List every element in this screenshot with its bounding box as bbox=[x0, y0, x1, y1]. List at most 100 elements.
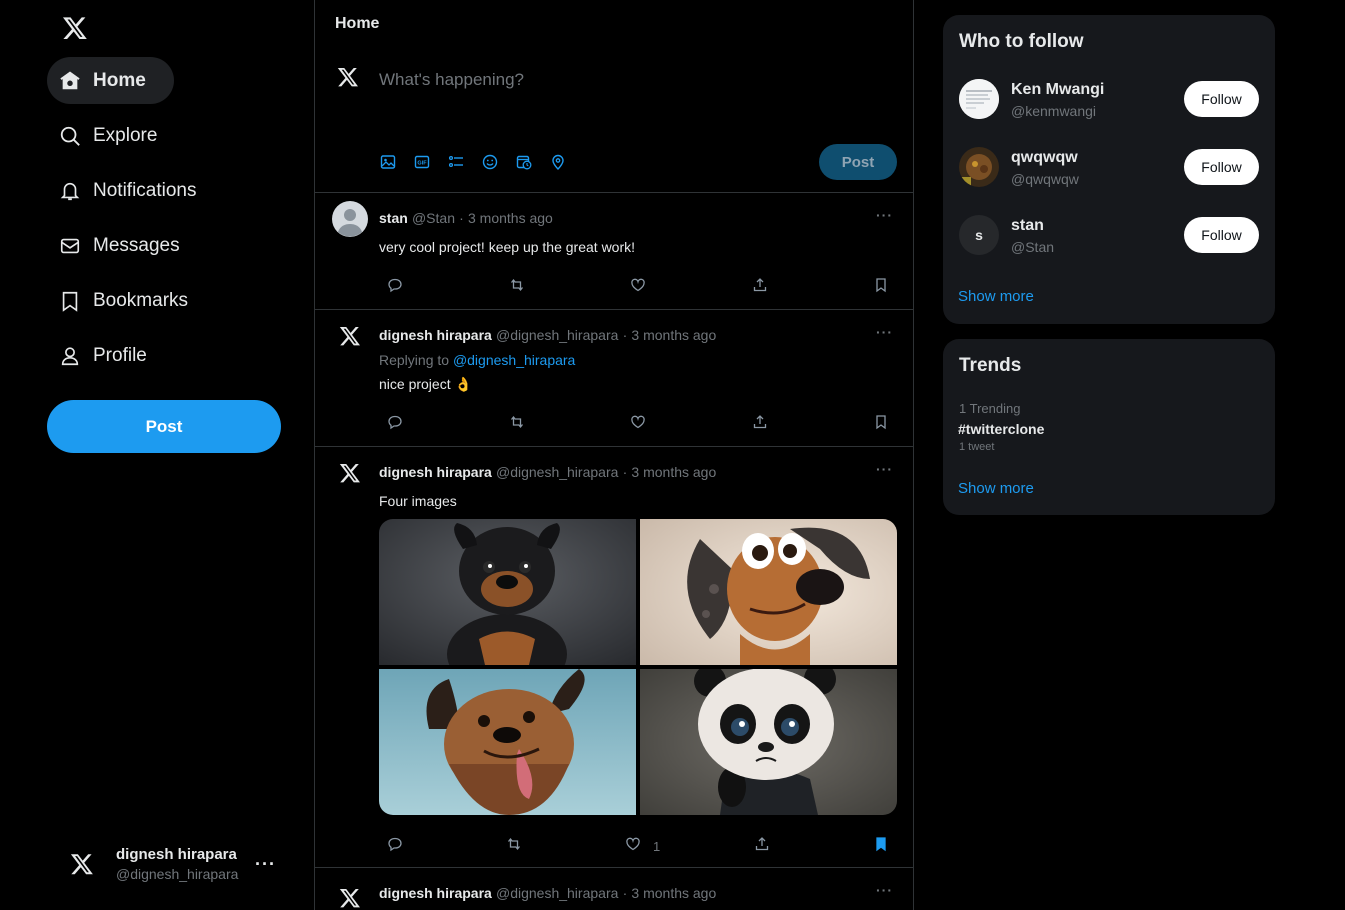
more-icon[interactable]: ··· bbox=[876, 207, 893, 223]
nav-item-explore[interactable]: Explore bbox=[47, 112, 185, 159]
suggested-user-name[interactable]: qwqwqw bbox=[1011, 149, 1078, 167]
nav-item-profile[interactable]: Profile bbox=[47, 332, 175, 379]
tweet-author-name[interactable]: dignesh hirapara bbox=[379, 327, 492, 343]
dachshund-cartoon-image[interactable] bbox=[640, 519, 897, 665]
avatar[interactable] bbox=[332, 455, 368, 491]
avatar[interactable] bbox=[332, 880, 368, 910]
follow-button[interactable]: Follow bbox=[1184, 149, 1259, 185]
avatar[interactable] bbox=[332, 201, 368, 237]
tweet[interactable]: dignesh hirapara @dignesh_hirapara · 3 m… bbox=[315, 868, 913, 910]
x-logo-icon[interactable] bbox=[62, 15, 88, 41]
image-icon[interactable] bbox=[380, 151, 414, 173]
tweet-text: very cool project! keep up the great wor… bbox=[379, 239, 636, 255]
trends-panel: Trends 1 Trending #twitterclone 1 tweet … bbox=[943, 339, 1275, 515]
more-icon[interactable]: ··· bbox=[876, 461, 893, 477]
avatar[interactable] bbox=[959, 147, 999, 187]
follow-suggestion: Ken Mwangi @kenmwangi Follow bbox=[958, 79, 1260, 123]
tweet[interactable]: dignesh hirapara @dignesh_hirapara · 3 m… bbox=[315, 447, 913, 868]
separator-dot: · bbox=[622, 885, 628, 901]
share-icon[interactable] bbox=[754, 836, 770, 852]
nav-label-bookmarks: Bookmarks bbox=[93, 289, 189, 311]
page-title: Home bbox=[335, 15, 380, 32]
suggested-user-handle: @Stan bbox=[1011, 239, 1055, 255]
retweet-icon[interactable] bbox=[509, 414, 525, 430]
suggested-user-name[interactable]: Ken Mwangi bbox=[1011, 81, 1104, 99]
reply-context: Replying to @dignesh_hirapara bbox=[379, 352, 575, 368]
avatar[interactable] bbox=[332, 318, 368, 354]
reply-prefix: Replying to bbox=[379, 352, 450, 368]
tweet-author-name[interactable]: dignesh hirapara bbox=[379, 464, 492, 480]
suggested-user-handle: @qwqwqw bbox=[1011, 171, 1079, 187]
gif-icon[interactable]: GIF bbox=[414, 151, 448, 173]
bookmark-icon bbox=[59, 290, 81, 312]
envelope-icon bbox=[59, 235, 81, 257]
german-shepherd-puppy-image[interactable] bbox=[379, 669, 636, 815]
bell-icon bbox=[59, 180, 81, 202]
tweet-composer: GIF Post bbox=[315, 50, 913, 193]
reply-icon[interactable] bbox=[387, 836, 403, 852]
panda-cartoon-image[interactable] bbox=[640, 669, 897, 815]
suggested-user-name[interactable]: stan bbox=[1011, 217, 1044, 235]
avatar[interactable] bbox=[959, 79, 999, 119]
compose-input[interactable] bbox=[379, 70, 879, 90]
tweet[interactable]: dignesh hirapara @dignesh_hirapara · 3 m… bbox=[315, 310, 913, 447]
bookmark-icon[interactable] bbox=[873, 414, 889, 430]
account-switcher[interactable]: dignesh hirapara @dignesh_hirapara ··· bbox=[60, 838, 290, 890]
show-more-link[interactable]: Show more bbox=[958, 480, 1034, 497]
location-icon[interactable] bbox=[550, 151, 584, 173]
poll-icon[interactable] bbox=[448, 151, 482, 173]
trend-hashtag[interactable]: #twitterclone bbox=[958, 421, 1044, 437]
reply-mention-link[interactable]: @dignesh_hirapara bbox=[453, 352, 575, 368]
share-icon[interactable] bbox=[752, 277, 768, 293]
tweet-author-name[interactable]: dignesh hirapara bbox=[379, 885, 492, 901]
tweet-author-name[interactable]: stan bbox=[379, 210, 408, 226]
avatar[interactable]: s bbox=[959, 215, 999, 255]
tweet-header: dignesh hirapara @dignesh_hirapara · 3 m… bbox=[379, 464, 716, 481]
schedule-icon[interactable] bbox=[516, 151, 550, 173]
tweet-header: dignesh hirapara @dignesh_hirapara · 3 m… bbox=[379, 327, 716, 344]
more-icon[interactable]: ··· bbox=[876, 882, 893, 898]
like-icon[interactable] bbox=[630, 277, 646, 293]
reply-icon[interactable] bbox=[387, 277, 403, 293]
reply-icon[interactable] bbox=[387, 414, 403, 430]
nav-label-profile: Profile bbox=[93, 344, 147, 366]
rottweiler-puppy-image[interactable] bbox=[379, 519, 636, 665]
nav-label-explore: Explore bbox=[93, 124, 158, 146]
nav-item-messages[interactable]: Messages bbox=[47, 222, 208, 269]
follow-suggestion: s stan @Stan Follow bbox=[958, 215, 1260, 259]
follow-button[interactable]: Follow bbox=[1184, 217, 1259, 253]
more-icon[interactable]: ··· bbox=[255, 854, 276, 875]
post-button[interactable]: Post bbox=[47, 400, 281, 453]
nav-item-bookmarks[interactable]: Bookmarks bbox=[47, 277, 216, 324]
main-timeline: Home GIF Post stan @Stan · 3 months ago … bbox=[314, 0, 914, 910]
tweet-author-handle: @Stan bbox=[411, 210, 455, 226]
bookmark-filled-icon[interactable] bbox=[873, 836, 889, 852]
share-icon[interactable] bbox=[752, 414, 768, 430]
tweet-timestamp: 3 months ago bbox=[631, 885, 717, 901]
tweet-timestamp: 3 months ago bbox=[468, 210, 553, 226]
person-icon bbox=[59, 345, 81, 367]
show-more-link[interactable]: Show more bbox=[958, 288, 1034, 305]
retweet-icon[interactable] bbox=[509, 277, 525, 293]
follow-button[interactable]: Follow bbox=[1184, 81, 1259, 117]
emoji-icon[interactable] bbox=[482, 151, 516, 173]
nav-item-notifications[interactable]: Notifications bbox=[47, 167, 225, 214]
tweet-header: dignesh hirapara @dignesh_hirapara · 3 m… bbox=[379, 885, 716, 902]
separator-dot: · bbox=[459, 210, 464, 226]
suggested-user-handle: @kenmwangi bbox=[1011, 103, 1097, 119]
retweet-icon[interactable] bbox=[506, 836, 522, 852]
like-icon[interactable] bbox=[630, 414, 646, 430]
tweet[interactable]: stan @Stan · 3 months ago ··· very cool … bbox=[315, 193, 913, 310]
svg-text:GIF: GIF bbox=[417, 161, 427, 167]
nav-item-home[interactable]: Home bbox=[47, 57, 174, 104]
compose-post-button[interactable]: Post bbox=[819, 144, 897, 180]
more-icon[interactable]: ··· bbox=[876, 324, 893, 340]
tweet-timestamp: 3 months ago bbox=[631, 327, 717, 343]
follow-suggestion: qwqwqw @qwqwqw Follow bbox=[958, 147, 1260, 191]
search-icon bbox=[59, 125, 81, 147]
tweet-header: stan @Stan · 3 months ago bbox=[379, 210, 553, 227]
trend-meta: 1 Trending bbox=[959, 401, 1021, 416]
trends-title: Trends bbox=[959, 355, 1022, 376]
bookmark-icon[interactable] bbox=[873, 277, 889, 293]
like-button[interactable]: 1 bbox=[625, 836, 660, 857]
